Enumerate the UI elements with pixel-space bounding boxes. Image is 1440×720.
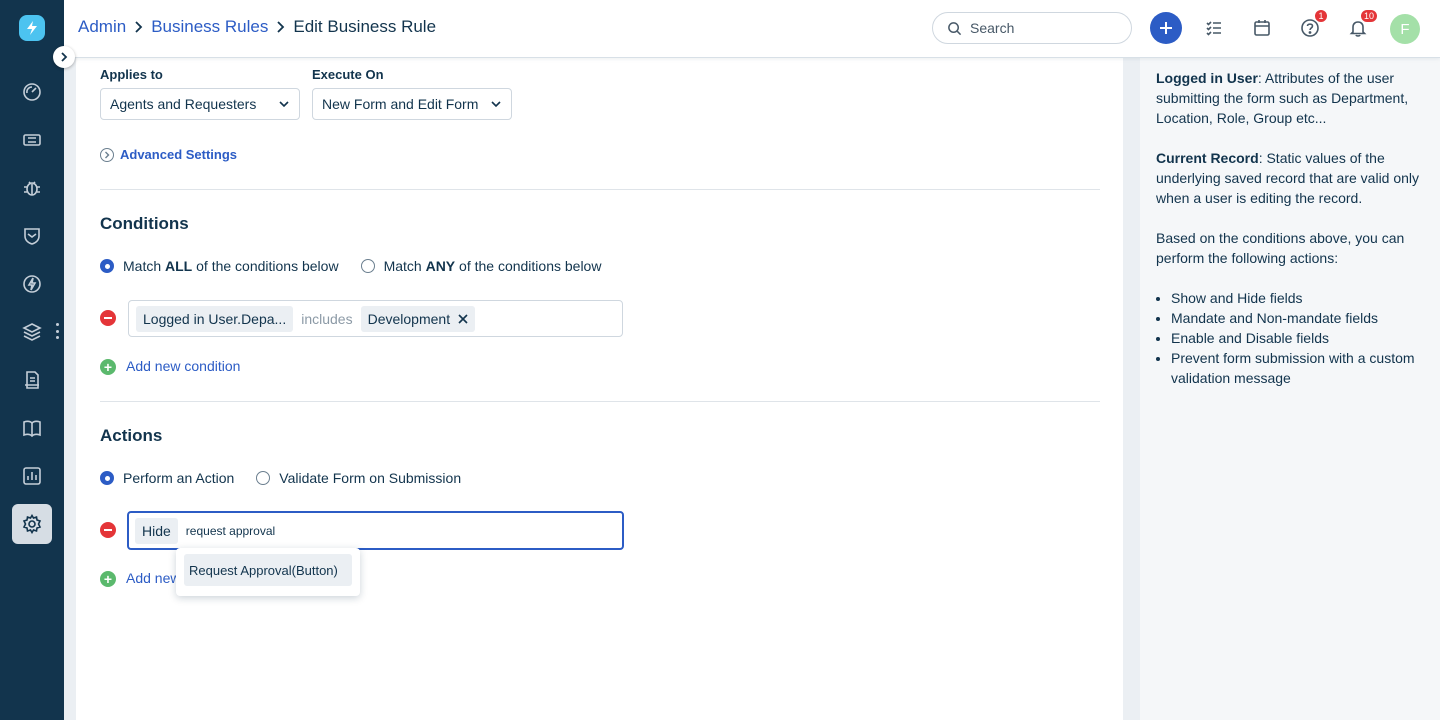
action-field-search-input[interactable]: request approval (186, 524, 275, 538)
sidebar-collapse-button[interactable] (53, 46, 75, 68)
sidebar (0, 0, 64, 720)
execute-on-select[interactable]: New Form and Edit Form (312, 88, 512, 120)
execute-on-label: Execute On (312, 67, 384, 82)
actions-list: Show and Hide fields Mandate and Non-man… (1156, 288, 1424, 388)
condition-value-tag[interactable]: Development (360, 305, 476, 332)
todo-checklist-icon[interactable] (1200, 14, 1228, 42)
analytics-icon[interactable] (20, 464, 44, 488)
rule-editor-card: Applies to Agents and Requesters Execute… (76, 58, 1123, 720)
tickets-icon[interactable] (20, 128, 44, 152)
search-placeholder: Search (970, 20, 1015, 36)
chevron-right-icon (61, 52, 68, 62)
list-item: Mandate and Non-mandate fields (1171, 308, 1424, 328)
actions-intro: Based on the conditions above, you can p… (1156, 230, 1405, 266)
remove-condition-button[interactable] (100, 310, 116, 326)
breadcrumb-business-rules[interactable]: Business Rules (151, 17, 268, 37)
applies-to-value: Agents and Requesters (110, 96, 257, 112)
help-panel: Logged in User: Attributes of the user s… (1140, 58, 1440, 720)
chevron-right-circle-icon (100, 147, 114, 162)
logged-in-help: Logged in User: Attributes of the user s… (1156, 70, 1409, 126)
more-options-icon[interactable] (55, 323, 59, 339)
add-condition-icon[interactable]: + (100, 359, 116, 375)
chevron-down-icon (491, 101, 501, 108)
plus-icon (1160, 22, 1172, 34)
applies-to-label: Applies to (100, 67, 163, 82)
condition-value-label: Development (367, 310, 451, 327)
list-item: Prevent form submission with a custom va… (1171, 348, 1424, 388)
remove-action-button[interactable] (100, 522, 116, 538)
match-all-label[interactable]: Match ALL of the conditions below (123, 258, 339, 274)
avatar[interactable]: F (1390, 14, 1420, 44)
add-action-link[interactable]: Add new (126, 570, 180, 586)
suggestion-option[interactable]: Request Approval(Button) (184, 554, 352, 586)
divider (100, 189, 1100, 190)
admin-gear-icon[interactable] (20, 512, 44, 536)
match-any-radio[interactable] (360, 259, 375, 273)
add-condition-link[interactable]: Add new condition (126, 358, 240, 374)
validate-form-label[interactable]: Validate Form on Submission (279, 470, 461, 486)
close-icon[interactable] (458, 313, 468, 324)
action-mode-group: Perform an Action Validate Form on Submi… (100, 470, 483, 486)
contracts-icon[interactable] (20, 368, 44, 392)
lightning-logo-icon (27, 21, 37, 35)
breadcrumb: Admin Business Rules Edit Business Rule (78, 17, 436, 37)
list-item: Show and Hide fields (1171, 288, 1424, 308)
condition-operator[interactable]: includes (301, 311, 352, 327)
perform-action-label[interactable]: Perform an Action (123, 470, 234, 486)
advanced-settings-toggle[interactable]: Advanced Settings (100, 147, 237, 162)
search-icon (948, 21, 962, 35)
chevron-down-icon (279, 101, 289, 108)
new-item-button[interactable] (1150, 12, 1182, 44)
action-type-tag[interactable]: Hide (135, 517, 178, 544)
help-badge: 1 (1314, 9, 1328, 23)
applies-to-select[interactable]: Agents and Requesters (100, 88, 300, 120)
divider (100, 401, 1100, 402)
current-record-help: Current Record: Static values of the und… (1156, 150, 1420, 206)
condition-row[interactable]: Logged in User.Depa... includes Developm… (128, 300, 623, 337)
conditions-title: Conditions (100, 214, 189, 233)
match-any-label[interactable]: Match ANY of the conditions below (384, 258, 602, 274)
actions-title: Actions (100, 426, 163, 445)
advanced-settings-label: Advanced Settings (120, 147, 238, 162)
dashboard-icon[interactable] (20, 80, 44, 104)
page-title: Edit Business Rule (293, 17, 437, 36)
changes-shield-icon[interactable] (20, 224, 44, 248)
chevron-right-icon (276, 21, 285, 33)
action-row[interactable]: Hide request approval (127, 511, 624, 550)
execute-on-value: New Form and Edit Form (322, 96, 479, 112)
breadcrumb-admin[interactable]: Admin (78, 17, 126, 37)
perform-action-radio[interactable] (100, 471, 114, 485)
notification-badge: 10 (1360, 9, 1379, 23)
assets-layers-icon[interactable] (20, 320, 44, 344)
match-mode-group: Match ALL of the conditions below Match … (100, 258, 623, 274)
app-logo[interactable] (19, 15, 45, 41)
list-item: Enable and Disable fields (1171, 328, 1424, 348)
calendar-icon[interactable] (1248, 14, 1276, 42)
releases-bolt-icon[interactable] (20, 272, 44, 296)
condition-field-tag[interactable]: Logged in User.Depa... (136, 305, 294, 332)
validate-form-radio[interactable] (256, 471, 271, 485)
field-suggestion-dropdown: Request Approval(Button) (176, 548, 360, 596)
match-all-radio[interactable] (100, 259, 114, 273)
chevron-right-icon (134, 21, 143, 33)
top-header: Admin Business Rules Edit Business Rule … (64, 0, 1440, 58)
search-input[interactable]: Search (932, 12, 1132, 44)
add-action-icon[interactable]: + (100, 571, 116, 587)
solutions-book-icon[interactable] (20, 416, 44, 440)
problems-bug-icon[interactable] (20, 176, 44, 200)
